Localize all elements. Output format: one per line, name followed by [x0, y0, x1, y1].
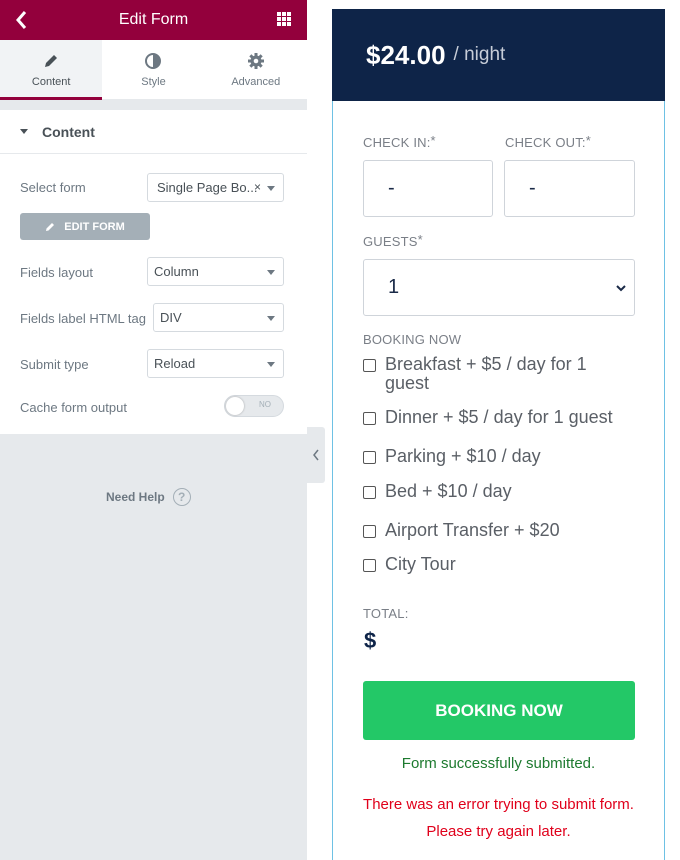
- price-unit: / night: [453, 44, 506, 65]
- checkbox[interactable]: [363, 451, 376, 464]
- option-label: Airport Transfer + $20: [385, 520, 560, 540]
- option-label: Dinner + $5 / day for 1 guest: [385, 407, 613, 427]
- checkbox[interactable]: [363, 359, 376, 372]
- edit-form-label: EDIT FORM: [64, 220, 125, 233]
- cache-output-toggle[interactable]: NO: [224, 395, 284, 417]
- price-header: $24.00 / night: [332, 9, 665, 101]
- option-parking[interactable]: Parking + $10 / day: [363, 447, 541, 466]
- check-in-label: CHECK IN:*: [363, 133, 436, 150]
- submit-type-label: Submit type: [20, 357, 89, 372]
- select-form-label: Select form: [20, 180, 86, 195]
- dropdown-arrow-icon: [267, 316, 275, 321]
- guests-select[interactable]: 1: [363, 259, 635, 316]
- checkbox[interactable]: [363, 412, 376, 425]
- tab-advanced[interactable]: Advanced: [205, 40, 307, 99]
- pencil-icon: [46, 223, 55, 231]
- fields-label-tag-label: Fields label HTML tag: [20, 311, 146, 326]
- edit-form-button[interactable]: EDIT FORM: [20, 213, 150, 240]
- caret-down-icon: [20, 129, 28, 134]
- gear-icon: [247, 52, 264, 69]
- clear-icon[interactable]: ×: [254, 180, 261, 194]
- option-label: Bed + $10 / day: [385, 481, 512, 501]
- chevron-down-icon: [616, 285, 626, 292]
- back-arrow-icon[interactable]: [12, 8, 32, 32]
- toggle-label: NO: [259, 400, 271, 409]
- check-out-input[interactable]: -: [504, 160, 635, 217]
- section-toggle[interactable]: Content: [0, 110, 307, 154]
- tab-advanced-label: Advanced: [231, 75, 281, 88]
- fields-label-tag-select[interactable]: DIV: [153, 303, 284, 332]
- tab-content-label: Content: [31, 75, 71, 88]
- panel-title: Edit Form: [118, 11, 189, 28]
- option-breakfast[interactable]: Breakfast + $5 / day for 1 guest: [363, 355, 623, 393]
- check-in-input[interactable]: -: [363, 160, 493, 217]
- error-message: There was an error trying to submit form…: [363, 796, 634, 840]
- submit-type-value: Reload: [154, 356, 196, 371]
- check-out-label: CHECK OUT:*: [505, 133, 591, 150]
- option-bed[interactable]: Bed + $10 / day: [363, 482, 512, 501]
- collapse-panel-handle[interactable]: [307, 427, 325, 483]
- booking-now-button[interactable]: BOOKING NOW: [363, 681, 635, 740]
- panel-tabs: Content Style Advanced: [0, 40, 307, 100]
- fields-layout-select[interactable]: Column: [147, 257, 284, 286]
- submit-type-select[interactable]: Reload: [147, 349, 284, 378]
- fields-label-tag-value: DIV: [160, 310, 182, 325]
- dropdown-arrow-icon: [267, 362, 275, 367]
- option-label: City Tour: [385, 554, 456, 574]
- pencil-icon: [45, 54, 58, 67]
- booking-now-label: BOOKING NOW: [363, 332, 462, 347]
- section-title: Content: [42, 123, 95, 140]
- dropdown-arrow-icon: [267, 270, 275, 275]
- checkbox[interactable]: [363, 525, 376, 538]
- tab-style[interactable]: Style: [102, 40, 204, 99]
- need-help-link[interactable]: Need Help ?: [106, 488, 191, 506]
- fields-layout-value: Column: [154, 264, 199, 279]
- tab-style-label: Style: [141, 75, 166, 88]
- option-city-tour[interactable]: City Tour: [363, 555, 456, 574]
- fields-layout-label: Fields layout: [20, 265, 93, 280]
- chevron-left-icon: [313, 449, 319, 461]
- total-label: TOTAL:: [363, 606, 409, 621]
- total-value: $: [364, 628, 377, 653]
- check-in-value: -: [388, 177, 395, 199]
- guests-label: GUESTS*: [363, 232, 423, 249]
- tab-content[interactable]: Content: [0, 40, 103, 100]
- question-circle-icon: ?: [172, 488, 191, 506]
- select-form-value: Single Page Bo...: [157, 180, 258, 195]
- editor-panel: Edit Form Content Style Advanced Content: [0, 0, 307, 860]
- option-label: Breakfast + $5 / day for 1 guest: [385, 354, 587, 393]
- dropdown-arrow-icon: [267, 186, 275, 191]
- cache-output-label: Cache form output: [20, 400, 127, 415]
- panel-header: Edit Form: [0, 0, 307, 40]
- success-message: Form successfully submitted.: [401, 755, 596, 772]
- half-circle-icon: [145, 52, 162, 69]
- select-form-dropdown[interactable]: Single Page Bo... ×: [147, 173, 284, 202]
- checkbox[interactable]: [363, 486, 376, 499]
- option-dinner[interactable]: Dinner + $5 / day for 1 guest: [363, 408, 613, 427]
- need-help-label: Need Help: [106, 490, 165, 504]
- check-out-value: -: [529, 177, 536, 199]
- price-value: $24.00: [366, 39, 446, 70]
- guests-value: 1: [388, 276, 400, 298]
- checkbox[interactable]: [363, 559, 376, 572]
- toggle-knob: [226, 397, 244, 415]
- option-label: Parking + $10 / day: [385, 446, 541, 466]
- widgets-grid-icon[interactable]: [277, 12, 291, 26]
- option-airport-transfer[interactable]: Airport Transfer + $20: [363, 521, 560, 540]
